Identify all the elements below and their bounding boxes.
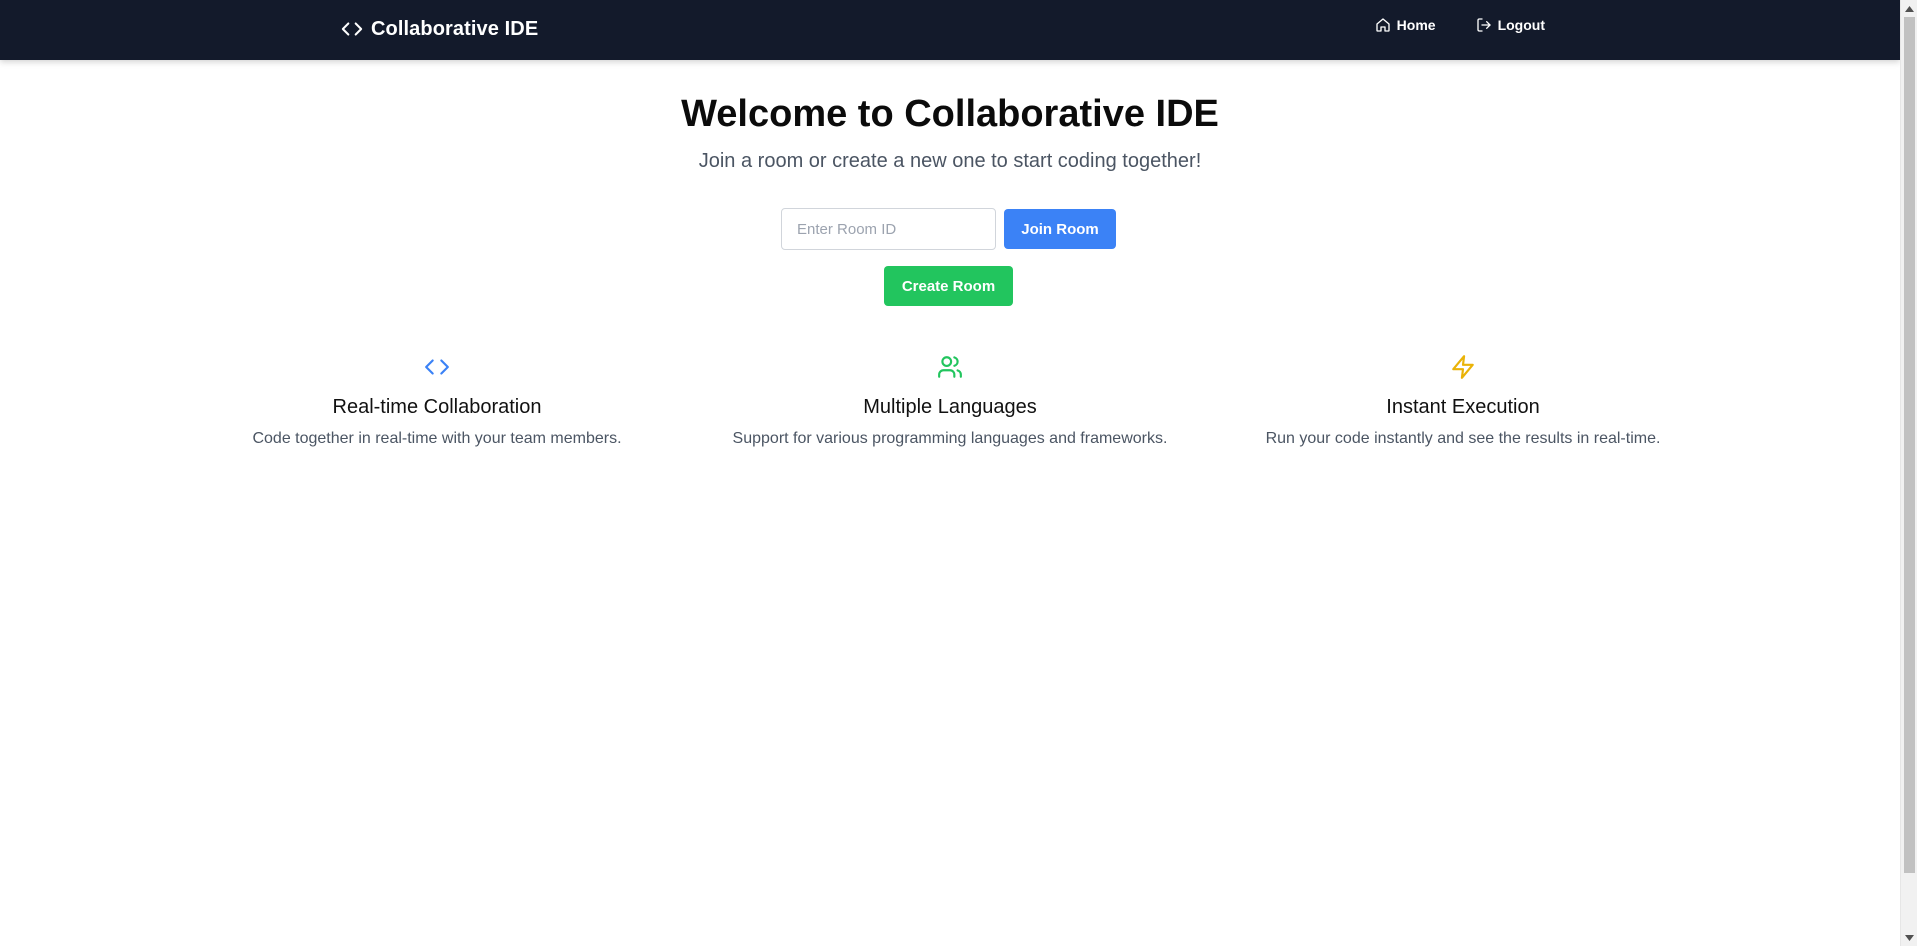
users-icon	[937, 354, 963, 380]
feature-title: Real-time Collaboration	[332, 396, 542, 418]
feature-description: Support for various programming language…	[732, 430, 1168, 447]
create-room-button[interactable]: Create Room	[884, 266, 1013, 306]
code-icon	[341, 18, 363, 40]
room-id-input[interactable]	[781, 208, 996, 250]
nav-logout-label: Logout	[1497, 17, 1545, 33]
scrollbar-thumb[interactable]	[1904, 17, 1915, 873]
hero-section: Welcome to Collaborative IDE Join a room…	[0, 88, 1900, 174]
nav-links: Home Logout	[1375, 17, 1545, 33]
scroll-up-arrow-icon[interactable]	[1901, 0, 1917, 17]
home-icon	[1375, 17, 1391, 33]
nav-home-link[interactable]: Home	[1375, 17, 1436, 33]
feature-title: Multiple Languages	[863, 396, 1037, 418]
feature-description: Code together in real-time with your tea…	[252, 430, 622, 447]
feature-title: Instant Execution	[1386, 396, 1540, 418]
top-navbar: Collaborative IDE Home Logout	[0, 0, 1900, 60]
scroll-down-arrow-icon[interactable]	[1901, 929, 1917, 946]
feature-card-languages: Multiple Languages Support for various p…	[710, 354, 1190, 449]
feature-card-execution: Instant Execution Run your code instantl…	[1223, 354, 1703, 449]
code-icon	[424, 354, 450, 380]
logout-icon	[1476, 17, 1492, 33]
vertical-scrollbar[interactable]	[1900, 0, 1917, 946]
feature-description: Run your code instantly and see the resu…	[1265, 430, 1661, 447]
page-title: Welcome to Collaborative IDE	[681, 93, 1219, 135]
app-page: Collaborative IDE Home Logout Welcome to…	[0, 0, 1917, 946]
brand[interactable]: Collaborative IDE	[341, 16, 538, 42]
nav-home-label: Home	[1396, 17, 1436, 33]
page-subtitle: Join a room or create a new one to start…	[698, 150, 1202, 172]
join-room-button[interactable]: Join Room	[1004, 209, 1116, 249]
feature-card-collaboration: Real-time Collaboration Code together in…	[197, 354, 677, 449]
nav-logout-link[interactable]: Logout	[1476, 17, 1545, 33]
brand-title: Collaborative IDE	[371, 17, 539, 40]
zap-icon	[1450, 354, 1476, 380]
join-room-form: Join Room	[781, 208, 1116, 250]
